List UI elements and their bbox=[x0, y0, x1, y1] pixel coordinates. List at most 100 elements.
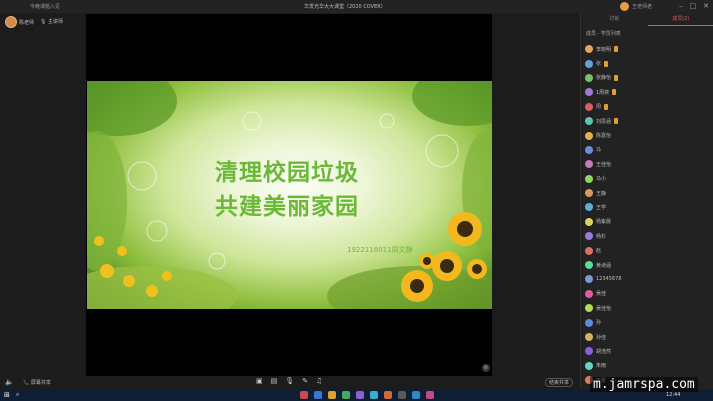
member-avatar bbox=[585, 59, 593, 68]
presentation-slide: 清理校园垃圾 共建美丽家园 1922118011周文静 bbox=[87, 81, 492, 309]
member-name: 杨紫晨 bbox=[596, 219, 612, 226]
member-avatar bbox=[585, 318, 593, 327]
member-list-item[interactable]: 赵 bbox=[585, 243, 710, 257]
host-mic-label: 🎙 主讲师 bbox=[40, 19, 63, 25]
pen-icon[interactable]: ✎ bbox=[302, 377, 308, 385]
taskbar-app-icon[interactable] bbox=[356, 391, 364, 399]
member-avatar bbox=[585, 45, 593, 54]
mic-icon[interactable]: 🎙 bbox=[285, 377, 294, 385]
member-list-item[interactable]: 1周奕 bbox=[585, 85, 710, 99]
taskbar-app-icon[interactable] bbox=[328, 391, 336, 399]
media-tools: ▣ ▤ 🎙 ✎ ♫ bbox=[256, 377, 322, 385]
tab-members[interactable]: 成员(2) bbox=[647, 13, 713, 26]
member-name: 杨杉 bbox=[596, 233, 607, 240]
start-menu-icon[interactable]: ⊞ bbox=[4, 391, 10, 399]
member-list-item[interactable]: 张静怡 bbox=[585, 71, 710, 85]
member-name: 王静 bbox=[596, 190, 607, 197]
member-list-item[interactable]: 胡浩然 bbox=[585, 344, 710, 358]
taskbar-app-icon[interactable] bbox=[300, 391, 308, 399]
member-list-item[interactable]: 吴佳怡 bbox=[585, 301, 710, 315]
slide-title-line-2: 共建美丽家园 bbox=[215, 194, 359, 220]
member-name: 王学 bbox=[596, 204, 607, 211]
member-avatar bbox=[585, 261, 593, 270]
member-list-item[interactable]: 马 bbox=[585, 143, 710, 157]
member-name: 吴佳怡 bbox=[596, 305, 612, 312]
user-name: 王老师老 bbox=[632, 4, 653, 10]
member-name: 马 bbox=[596, 147, 602, 154]
right-side-panel: 讨论 成员(2) 成员 · 学员列表 李晓明张张静怡 1周奕周刘思涵陈嘉怡马王佳怡… bbox=[580, 13, 713, 389]
member-list-item[interactable]: 吴佳 bbox=[585, 287, 710, 301]
member-name: 12345678 bbox=[596, 276, 622, 283]
member-list-item[interactable]: 周 bbox=[585, 100, 710, 114]
member-name: 周 bbox=[596, 104, 602, 111]
chat-icon[interactable]: ▤ bbox=[271, 377, 278, 385]
member-avatar bbox=[585, 131, 593, 140]
member-list-item[interactable]: 刘思涵 bbox=[585, 114, 710, 128]
member-list-item[interactable]: 杨紫晨 bbox=[585, 215, 710, 229]
minimize-button[interactable]: – bbox=[679, 2, 683, 10]
host-name: 陈老师 bbox=[19, 20, 35, 26]
member-list-item[interactable]: 马小 bbox=[585, 172, 710, 186]
user-avatar bbox=[620, 2, 629, 11]
member-list-item[interactable]: 黄诗涵 bbox=[585, 258, 710, 272]
member-name: 1周奕 bbox=[596, 89, 610, 96]
stage-settings-icon[interactable]: ⚙ bbox=[482, 364, 490, 372]
member-avatar bbox=[585, 174, 593, 183]
member-name: 朱雨 bbox=[596, 363, 607, 370]
member-list-item[interactable]: 陈嘉怡 bbox=[585, 128, 710, 142]
member-name: 孙佳 bbox=[596, 334, 607, 341]
member-avatar bbox=[585, 217, 593, 226]
member-name: 赵 bbox=[596, 248, 602, 255]
member-list-item[interactable]: 王佳怡 bbox=[585, 157, 710, 171]
member-list-item[interactable]: 王静 bbox=[585, 186, 710, 200]
taskbar-app-icon[interactable] bbox=[398, 391, 406, 399]
member-list-item[interactable]: 张 bbox=[585, 56, 710, 70]
member-list-item[interactable]: 朱雨 bbox=[585, 359, 710, 373]
taskbar-app-icon[interactable] bbox=[412, 391, 420, 399]
close-button[interactable]: ✕ bbox=[703, 2, 709, 10]
slide-title-line-1: 清理校园垃圾 bbox=[215, 160, 359, 186]
hand-raise-icon bbox=[612, 89, 617, 96]
taskbar-app-icon[interactable] bbox=[342, 391, 350, 399]
hand-raise-icon bbox=[604, 60, 609, 67]
window-title: 华发光华大大课堂（2020 COVER） bbox=[304, 4, 386, 10]
taskbar-app-icon[interactable] bbox=[314, 391, 322, 399]
member-avatar bbox=[585, 73, 593, 82]
title-bar: 今晚课题入见 华发光华大大课堂（2020 COVER） 王老师老 – □ ✕ bbox=[0, 0, 713, 13]
member-list-header: 成员 · 学员列表 bbox=[586, 31, 621, 37]
member-avatar bbox=[585, 289, 593, 298]
member-avatar bbox=[585, 102, 593, 111]
tab-discussion[interactable]: 讨论 bbox=[581, 13, 648, 26]
host-avatar bbox=[5, 16, 17, 28]
member-avatar bbox=[585, 232, 593, 241]
member-list-item[interactable]: 杨杉 bbox=[585, 229, 710, 243]
member-name: 李晓明 bbox=[596, 46, 612, 53]
member-name: 张静怡 bbox=[596, 75, 612, 82]
member-name: 吴佳 bbox=[596, 291, 607, 298]
taskbar-app-icon[interactable] bbox=[426, 391, 434, 399]
member-name: 刘思涵 bbox=[596, 118, 612, 125]
maximize-button[interactable]: □ bbox=[690, 2, 697, 10]
bottom-toolbar: 🔈 📞 屏幕共享 ▣ ▤ 🎙 ✎ ♫ 结束共享 bbox=[0, 376, 580, 389]
taskbar-app-icon[interactable] bbox=[384, 391, 392, 399]
music-icon[interactable]: ♫ bbox=[316, 377, 322, 385]
window-left-title: 今晚课题入见 bbox=[30, 4, 61, 10]
search-icon[interactable]: ⌕ bbox=[16, 391, 19, 399]
screen-share-button[interactable]: 📞 屏幕共享 bbox=[23, 379, 51, 386]
camera-icon[interactable]: ▣ bbox=[256, 377, 263, 385]
speaker-icon[interactable]: 🔈 bbox=[5, 378, 14, 386]
member-list-item[interactable]: 12345678 bbox=[585, 272, 710, 286]
member-avatar bbox=[585, 246, 593, 255]
member-list-item[interactable]: 孙佳 bbox=[585, 330, 710, 344]
member-list-item[interactable]: 孙 bbox=[585, 315, 710, 329]
user-account[interactable]: 王老师老 bbox=[620, 2, 652, 11]
member-name: 马小 bbox=[596, 176, 607, 183]
member-avatar bbox=[585, 361, 593, 370]
screen-share-label: 屏幕共享 bbox=[30, 380, 51, 386]
hand-raise-icon bbox=[614, 46, 619, 53]
meeting-app-window: 今晚课题入见 华发光华大大课堂（2020 COVER） 王老师老 – □ ✕ 陈… bbox=[0, 0, 713, 401]
member-list-item[interactable]: 王学 bbox=[585, 200, 710, 214]
member-list-item[interactable]: 李晓明 bbox=[585, 42, 710, 56]
taskbar-app-icon[interactable] bbox=[370, 391, 378, 399]
end-share-button[interactable]: 结束共享 bbox=[545, 378, 574, 387]
